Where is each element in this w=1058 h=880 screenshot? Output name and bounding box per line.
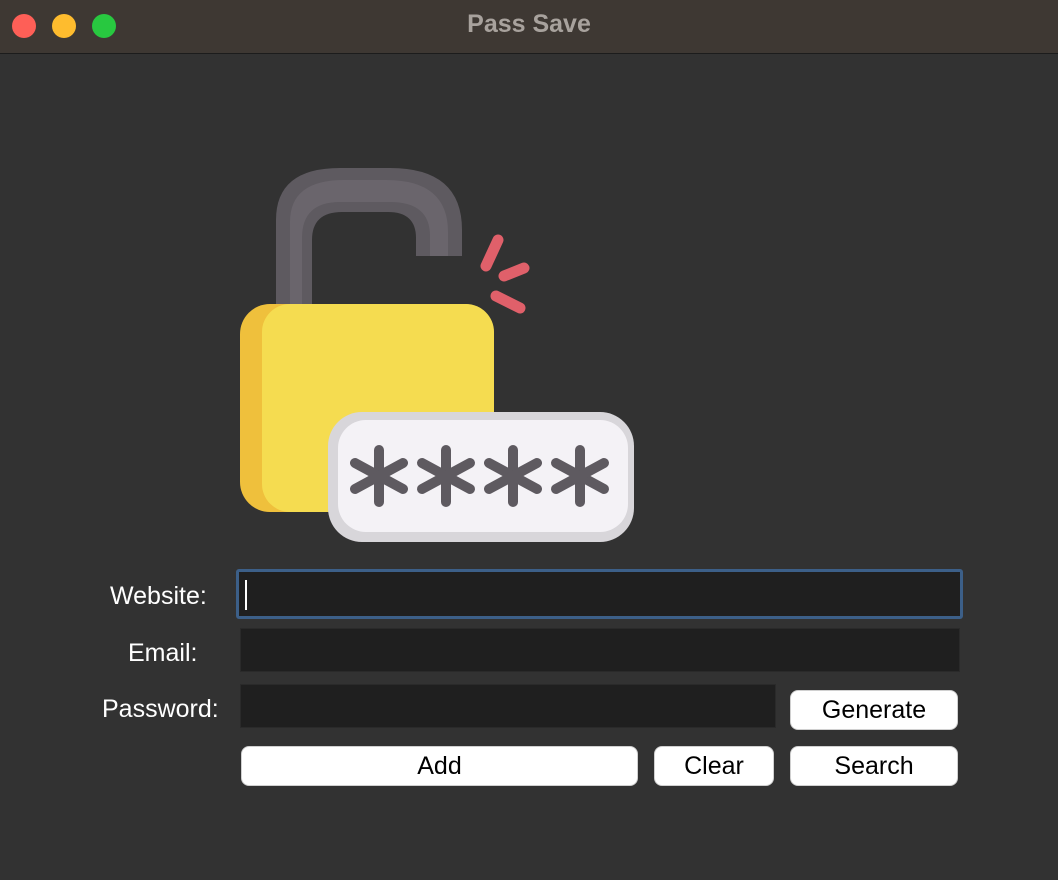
app-window: Pass Save Website: Email: Password: Gene…: [0, 0, 1058, 880]
search-button[interactable]: Search: [790, 746, 958, 786]
password-label: Password:: [102, 695, 219, 723]
email-label: Email:: [128, 639, 198, 667]
password-input[interactable]: [240, 684, 776, 728]
email-input[interactable]: [240, 628, 960, 672]
unlocked-padlock-password-icon: [240, 160, 640, 550]
generate-password-button[interactable]: Generate: [790, 690, 958, 730]
window-title: Pass Save: [467, 10, 591, 38]
website-label: Website:: [110, 582, 207, 610]
text-caret: [245, 580, 247, 610]
website-input[interactable]: [236, 569, 963, 619]
title-bar[interactable]: Pass Save: [0, 0, 1058, 54]
add-button[interactable]: Add: [241, 746, 638, 786]
clear-button[interactable]: Clear: [654, 746, 774, 786]
